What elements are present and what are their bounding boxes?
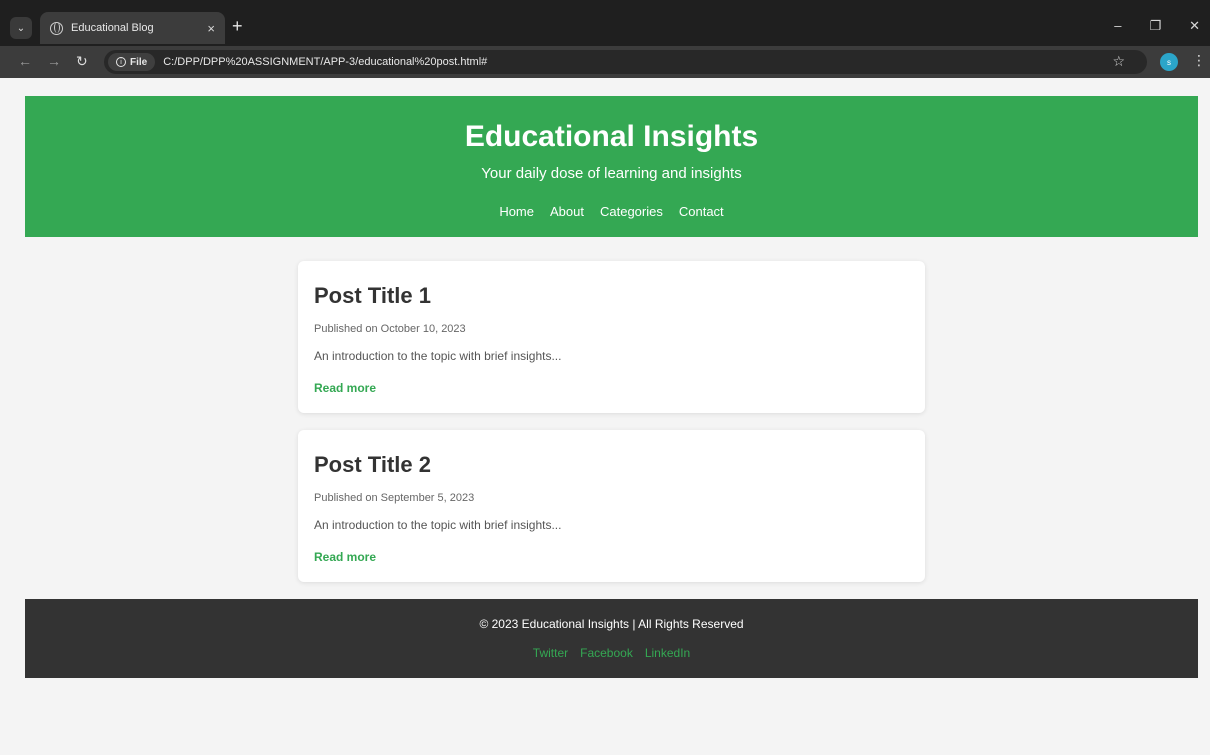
tab-close-icon[interactable]: ×	[207, 21, 215, 36]
linkedin-link[interactable]: LinkedIn	[645, 646, 690, 660]
info-icon: i	[116, 57, 126, 67]
close-window-icon[interactable]: ✕	[1189, 18, 1200, 34]
back-icon[interactable]: ←	[18, 53, 32, 69]
browser-chrome: ⌄ Educational Blog × + – ❐ ✕ ← → ↻ i Fil…	[0, 0, 1210, 78]
site-header: Educational Insights Your daily dose of …	[25, 96, 1198, 237]
browser-toolbar: ← → ↻ i File C:/DPP/DPP%20ASSIGNMENT/APP…	[0, 46, 1210, 78]
nav-categories-link[interactable]: Categories	[600, 204, 663, 219]
post-excerpt: An introduction to the topic with brief …	[314, 518, 562, 532]
nav-contact-link[interactable]: Contact	[679, 204, 724, 219]
nav-home-link[interactable]: Home	[499, 204, 534, 219]
facebook-link[interactable]: Facebook	[580, 646, 633, 660]
post-title: Post Title 2	[314, 452, 431, 477]
main-nav: Home About Categories Contact	[25, 204, 1198, 219]
restore-icon[interactable]: ❐	[1149, 18, 1161, 34]
read-more-link[interactable]: Read more	[314, 550, 376, 564]
window-controls: – ❐ ✕	[1114, 18, 1200, 34]
new-tab-button[interactable]: +	[232, 16, 243, 36]
star-icon[interactable]: ☆	[1112, 53, 1125, 70]
globe-icon	[50, 21, 63, 35]
site-footer: © 2023 Educational Insights | All Rights…	[25, 599, 1198, 678]
site-title: Educational Insights	[464, 120, 759, 153]
social-links: Twitter Facebook LinkedIn	[25, 646, 1198, 660]
tab-strip: ⌄ Educational Blog × + – ❐ ✕	[0, 10, 1210, 44]
forward-icon[interactable]: →	[47, 53, 61, 69]
post-date: Published on October 10, 2023	[314, 323, 466, 335]
read-more-link[interactable]: Read more	[314, 381, 376, 395]
avatar[interactable]: s	[1160, 53, 1178, 71]
post-card: Post Title 2 Published on September 5, 2…	[298, 430, 925, 582]
site-chip-label: File	[130, 56, 148, 68]
post-date: Published on September 5, 2023	[314, 492, 475, 504]
address-bar[interactable]: i File C:/DPP/DPP%20ASSIGNMENT/APP-3/edu…	[104, 50, 1147, 74]
minimize-icon[interactable]: –	[1114, 18, 1121, 34]
nav-about-link[interactable]: About	[550, 204, 584, 219]
post-title: Post Title 1	[314, 283, 431, 308]
site-info-chip[interactable]: i File	[108, 53, 156, 71]
tab-title: Educational Blog	[71, 22, 154, 34]
reload-icon[interactable]: ↻	[76, 53, 88, 69]
copyright-text: © 2023 Educational Insights | All Rights…	[479, 617, 744, 631]
url-text[interactable]: C:/DPP/DPP%20ASSIGNMENT/APP-3/educationa…	[163, 56, 487, 68]
tab-search-icon[interactable]: ⌄	[10, 17, 32, 39]
twitter-link[interactable]: Twitter	[533, 646, 568, 660]
tab-educational-blog[interactable]: Educational Blog ×	[40, 12, 225, 44]
site-tagline: Your daily dose of learning and insights	[481, 165, 742, 182]
post-card: Post Title 1 Published on October 10, 20…	[298, 261, 925, 413]
menu-kebab-icon[interactable]: ⋮	[1192, 52, 1206, 69]
post-excerpt: An introduction to the topic with brief …	[314, 349, 562, 363]
